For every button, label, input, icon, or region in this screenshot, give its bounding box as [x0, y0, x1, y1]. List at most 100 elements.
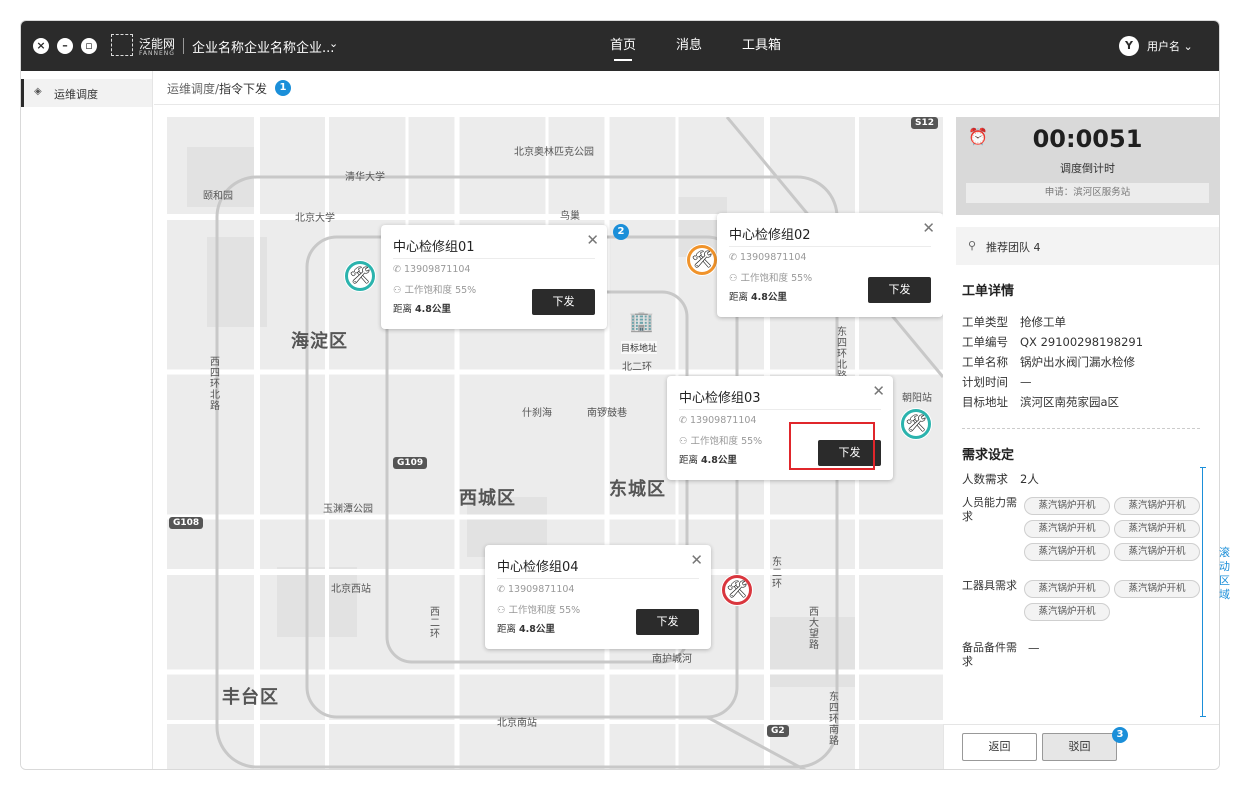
dispatch-button[interactable]: 下发 [868, 277, 931, 303]
team-pin-04[interactable]: 🛠 [722, 575, 752, 605]
phone-number: 13909871104 [689, 415, 757, 426]
minimize-window-icon[interactable]: – [57, 38, 73, 54]
map-view[interactable]: 海淀区 西城区 东城区 丰台区 清华大学 北京大学 北京奥林匹克公园 颐和园 什… [167, 117, 943, 769]
poi-label: 东四环南路 [829, 692, 839, 747]
team-pin-01[interactable]: 🛠 [345, 261, 375, 291]
poi-label: 北京西站 [331, 584, 371, 595]
dispatch-button[interactable]: 下发 [636, 609, 699, 635]
close-window-icon[interactable]: × [33, 38, 49, 54]
skill-tag: 蒸汽锅炉开机 [1114, 543, 1200, 561]
recommended-teams[interactable]: ⚲ 推荐团队 4 [956, 227, 1219, 265]
skill-label: 人员能力需求 [962, 496, 1017, 523]
field-value: 滨河区南苑家园a区 [1020, 395, 1120, 409]
team-name: 中心检修组02 [729, 228, 811, 243]
nav-toolbox[interactable]: 工具箱 [742, 34, 781, 53]
poi-label: 什刹海 [522, 408, 552, 419]
section-title: 需求设定 [962, 448, 1015, 463]
close-icon[interactable]: ✕ [586, 231, 599, 249]
distance-value: 4.8公里 [701, 455, 737, 466]
poi-label: 朝阳站 [902, 393, 932, 404]
road-badge: G2 [767, 725, 789, 737]
app-window: × – ▫ 泛能网 FANNENG 企业名称企业名称企业... ⌄ 首页 消息 … [20, 20, 1220, 770]
brand-name-en: FANNENG [139, 50, 175, 57]
poi-label: 北京奥林匹克公园 [514, 147, 594, 158]
people-icon: ⚇ [393, 285, 405, 296]
username: 用户名 [1147, 40, 1180, 53]
team-distance: 距离 4.8公里 [497, 621, 555, 635]
poi-label: 北二环 [622, 362, 652, 373]
nav-messages[interactable]: 消息 [676, 34, 702, 53]
team-phone: ✆ 13909871104 [393, 264, 470, 275]
order-field: 计划时间 — [962, 374, 1032, 390]
countdown-box: ⏰ 00:0051 调度倒计时 申请：滨河区服务站 [956, 117, 1219, 215]
team-load: ⚇ 工作饱和度 55% [679, 433, 762, 447]
poi-label: 南锣鼓巷 [587, 408, 627, 419]
company-selector[interactable]: 企业名称企业名称企业... [192, 37, 334, 56]
user-menu[interactable]: 用户名 ⌄ [1147, 38, 1193, 54]
field-value: 2人 [1020, 472, 1039, 486]
close-icon[interactable]: ✕ [690, 551, 703, 569]
poi-label: 西大望路 [809, 607, 819, 651]
breadcrumb-parent[interactable]: 运维调度/ [167, 82, 219, 96]
target-address-label: 目标地址 [621, 341, 658, 354]
title-bar: × – ▫ 泛能网 FANNENG 企业名称企业名称企业... ⌄ 首页 消息 … [21, 21, 1219, 71]
skill-tag: 蒸汽锅炉开机 [1024, 520, 1110, 538]
building-icon: 🏢 [629, 309, 654, 333]
headcount-field: 人数需求 2人 [962, 471, 1039, 487]
reject-button[interactable]: 驳回 [1042, 733, 1117, 761]
spare-parts-label: 备品备件需求 [962, 641, 1017, 668]
team-pin-02[interactable]: 🛠 [687, 245, 717, 275]
field-key: 工单名称 [962, 355, 1008, 369]
people-icon: ⚇ [729, 273, 741, 284]
close-icon[interactable]: ✕ [872, 382, 885, 400]
team-distance: 距离 4.8公里 [679, 452, 737, 466]
scroll-area-note: 滚动区域 [1219, 546, 1230, 601]
nav-home[interactable]: 首页 [610, 34, 636, 61]
district-label: 东城区 [609, 479, 666, 500]
logo-icon [111, 34, 133, 56]
team-pin-03[interactable]: 🛠 [901, 409, 931, 439]
team-distance: 距离 4.8公里 [393, 301, 451, 315]
recommended-teams-label: 推荐团队 4 [986, 241, 1041, 254]
breadcrumb-path: 运维调度/指令下发 [167, 80, 267, 97]
annotation-marker: 3 [1112, 727, 1128, 743]
sidebar-item-dispatch[interactable]: ◈ 运维调度 [21, 79, 152, 107]
section-title: 工单详情 [962, 284, 1015, 299]
distance-value: 4.8公里 [415, 304, 451, 315]
divider [183, 38, 184, 54]
back-button[interactable]: 返回 [962, 733, 1037, 761]
divider [962, 428, 1200, 429]
skill-tag: 蒸汽锅炉开机 [1024, 497, 1110, 515]
phone-icon: ✆ [679, 415, 690, 426]
tool-tag: 蒸汽锅炉开机 [1114, 580, 1200, 598]
team-distance: 距离 4.8公里 [729, 289, 787, 303]
tool-tag: 蒸汽锅炉开机 [1024, 603, 1110, 621]
distance-label: 距离 [393, 304, 413, 315]
people-icon: ⚇ [497, 605, 509, 616]
chevron-down-icon: ⌄ [1183, 40, 1193, 53]
team-load: ⚇ 工作饱和度 55% [497, 602, 580, 616]
phone-number: 13909871104 [403, 264, 471, 275]
phone-icon: ✆ [729, 252, 740, 263]
phone-icon: ✆ [497, 584, 508, 595]
close-icon[interactable]: ✕ [922, 219, 935, 237]
sidebar-item-label: 运维调度 [54, 88, 98, 101]
load-text: 工作饱和度 55% [690, 436, 763, 447]
road-badge: G108 [169, 517, 204, 529]
avatar[interactable]: Y [1119, 36, 1139, 56]
poi-label: 清华大学 [345, 172, 385, 183]
distance-label: 距离 [729, 292, 749, 303]
chevron-down-icon[interactable]: ⌄ [329, 37, 338, 50]
poi-label: 西四环北路 [210, 357, 220, 412]
skill-tag: 蒸汽锅炉开机 [1024, 543, 1110, 561]
phone-icon: ✆ [393, 264, 404, 275]
dispatch-button[interactable]: 下发 [532, 289, 595, 315]
people-icon: ⚇ [679, 436, 691, 447]
layers-icon: ◈ [34, 86, 42, 97]
annotation-marker: 1 [275, 80, 291, 96]
field-key: 工单类型 [962, 315, 1008, 329]
divider [497, 578, 699, 579]
maximize-window-icon[interactable]: ▫ [81, 38, 97, 54]
order-field: 工单类型 抢修工单 [962, 314, 1066, 330]
field-value: 抢修工单 [1020, 315, 1066, 329]
